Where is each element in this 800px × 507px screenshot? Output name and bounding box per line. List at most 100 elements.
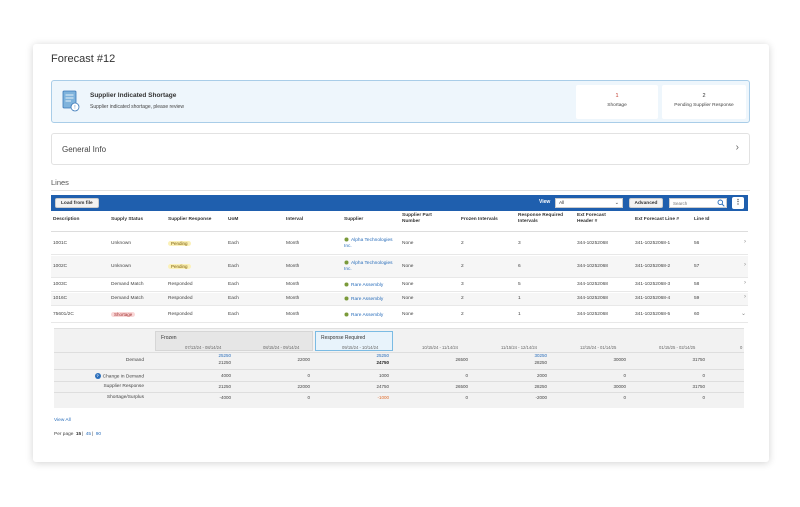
row-required: 1 xyxy=(518,312,521,317)
view-all-link[interactable]: View All xyxy=(54,418,71,423)
row-part-number: None xyxy=(402,282,414,287)
change-value: 0 xyxy=(623,373,626,378)
supplier-link[interactable]: Rare Assembly xyxy=(344,296,383,303)
change-value: 4000 xyxy=(220,373,231,378)
row-line: 341-10252068-4 xyxy=(635,296,671,301)
per-page-control: Per page 15| 45| 90 xyxy=(54,432,102,437)
col-response-required[interactable]: Response Required Intervals xyxy=(518,213,574,225)
view-select[interactable]: All ⌄ xyxy=(555,198,623,208)
page-title: Forecast #12 xyxy=(51,53,116,65)
period-header: 08/15/24 - 09/14/24 xyxy=(263,345,300,350)
advanced-button[interactable]: Advanced xyxy=(629,198,663,208)
period-header: 12/15/24 - 01/14/25 xyxy=(580,345,617,350)
pending-badge: Pending xyxy=(168,241,191,246)
col-supplier[interactable]: Supplier xyxy=(344,217,363,223)
row-uom: Each xyxy=(228,264,239,269)
demand-value: 24750 xyxy=(376,360,389,365)
per-page-option[interactable]: 90 xyxy=(96,432,101,437)
period-header: 0 xyxy=(740,345,743,350)
change-value: 1000 xyxy=(378,373,389,378)
row-uom: Each xyxy=(228,282,239,287)
chevron-right-icon[interactable]: › xyxy=(744,262,746,268)
load-from-file-button[interactable]: Load from file xyxy=(55,198,99,208)
table-row[interactable]: 1001C Unknown Pending Each Month Alpha T… xyxy=(51,233,748,255)
row-description: 1016C xyxy=(53,296,68,301)
demand-prev: 30250 xyxy=(534,353,547,358)
shortage-badge: Shortage xyxy=(111,312,136,317)
col-supplier-part-number[interactable]: Supplier Part Number xyxy=(402,213,448,225)
row-id: 59 xyxy=(694,296,700,301)
stat-shortage[interactable]: 1 Shortage xyxy=(576,85,658,119)
shortage-value: -4000 xyxy=(219,395,231,400)
col-frozen-intervals[interactable]: Frozen Intervals xyxy=(461,217,498,223)
col-ext-forecast-header[interactable]: Ext Forecast Header # xyxy=(577,213,623,225)
frozen-label: Frozen xyxy=(161,335,177,341)
col-description[interactable]: Description xyxy=(53,217,79,223)
forecast-detail-panel: Frozen Response Required 07/13/24 - 08/1… xyxy=(54,328,744,408)
per-page-option[interactable]: 15 xyxy=(76,432,81,437)
supplier-link[interactable]: Rare Assembly xyxy=(344,282,383,289)
row-frozen: 2 xyxy=(461,241,464,246)
row-supply-status: Unknown xyxy=(111,241,131,246)
row-interval: Month xyxy=(286,282,300,287)
supplier-value: 22000 xyxy=(297,384,310,389)
row-id: 56 xyxy=(694,241,700,246)
row-frozen: 3 xyxy=(461,282,464,287)
chevron-right-icon[interactable]: › xyxy=(744,280,746,286)
svg-text:!: ! xyxy=(74,105,75,111)
row-part-number: None xyxy=(402,296,414,301)
row-id: 58 xyxy=(694,282,700,287)
supplier-value: 28250 xyxy=(534,384,547,389)
row-supplier-response: Responded xyxy=(168,312,193,317)
col-uom[interactable]: UoM xyxy=(228,217,238,223)
demand-value: 28250 xyxy=(534,360,547,365)
row-header: 344-10252068 xyxy=(577,296,608,301)
row-header: 344-10252068 xyxy=(577,264,608,269)
col-supply-status[interactable]: Supply Status xyxy=(111,217,143,223)
supplier-value: 26500 xyxy=(455,384,468,389)
col-supplier-response[interactable]: Supplier Response xyxy=(168,217,211,223)
period-header: 10/15/24 - 11/14/24 xyxy=(422,345,459,350)
row-line: 341-10252068-5 xyxy=(635,312,671,317)
row-header: 344-10252068 xyxy=(577,312,608,317)
more-options-button[interactable]: ⋮ xyxy=(732,197,744,209)
supplier-link[interactable]: Rare Assembly xyxy=(344,312,383,319)
shortage-value: 0 xyxy=(623,395,626,400)
supplier-icon xyxy=(344,296,349,301)
row-supplier-response: Responded xyxy=(168,282,193,287)
table-row[interactable]: 1016C Demand Match Responded Each Month … xyxy=(51,293,748,306)
row-line: 341-10252068-2 xyxy=(635,264,671,269)
shortage-value: -1000 xyxy=(377,395,389,400)
row-description: 75601/2C xyxy=(53,312,74,317)
per-page-label: Per page xyxy=(54,432,74,437)
row-required: 1 xyxy=(518,296,521,301)
col-ext-forecast-line[interactable]: Ext Forecast Line # xyxy=(635,217,679,223)
row-required: 3 xyxy=(518,241,521,246)
search-icon[interactable] xyxy=(717,199,725,207)
row-part-number: None xyxy=(402,241,414,246)
stat-pending-response[interactable]: 2 Pending Supplier Response xyxy=(662,85,746,119)
col-line-id[interactable]: Line Id xyxy=(694,217,709,223)
lines-section-title: Lines xyxy=(51,178,69,187)
divider xyxy=(54,381,744,382)
row-header: 344-10252068 xyxy=(577,241,608,246)
table-row[interactable]: 1002C Unknown Pending Each Month Alpha T… xyxy=(51,256,748,278)
general-info-panel[interactable]: General Info › xyxy=(51,133,750,165)
chevron-right-icon[interactable]: › xyxy=(744,294,746,300)
info-icon[interactable]: ? xyxy=(94,373,101,379)
per-page-option[interactable]: 45 xyxy=(86,432,91,437)
row-supply-status: Demand Match xyxy=(111,296,144,301)
row-description: 1001C xyxy=(53,241,68,246)
view-select-value: All xyxy=(559,201,565,206)
row-part-number: None xyxy=(402,312,414,317)
col-interval[interactable]: Interval xyxy=(286,217,303,223)
supplier-link[interactable]: Alpha Technologies Inc. xyxy=(344,260,396,273)
row-id: 57 xyxy=(694,264,700,269)
supplier-icon xyxy=(344,312,349,317)
row-required: 6 xyxy=(518,264,521,269)
table-row-expanded[interactable]: 75601/2C Shortage Shortage Responded Eac… xyxy=(51,307,748,323)
supplier-link[interactable]: Alpha Technologies Inc. xyxy=(344,237,396,250)
chevron-right-icon[interactable]: › xyxy=(744,239,746,245)
chevron-down-icon[interactable]: ⌄ xyxy=(741,310,746,317)
table-row[interactable]: 1003C Demand Match Responded Each Month … xyxy=(51,279,748,292)
